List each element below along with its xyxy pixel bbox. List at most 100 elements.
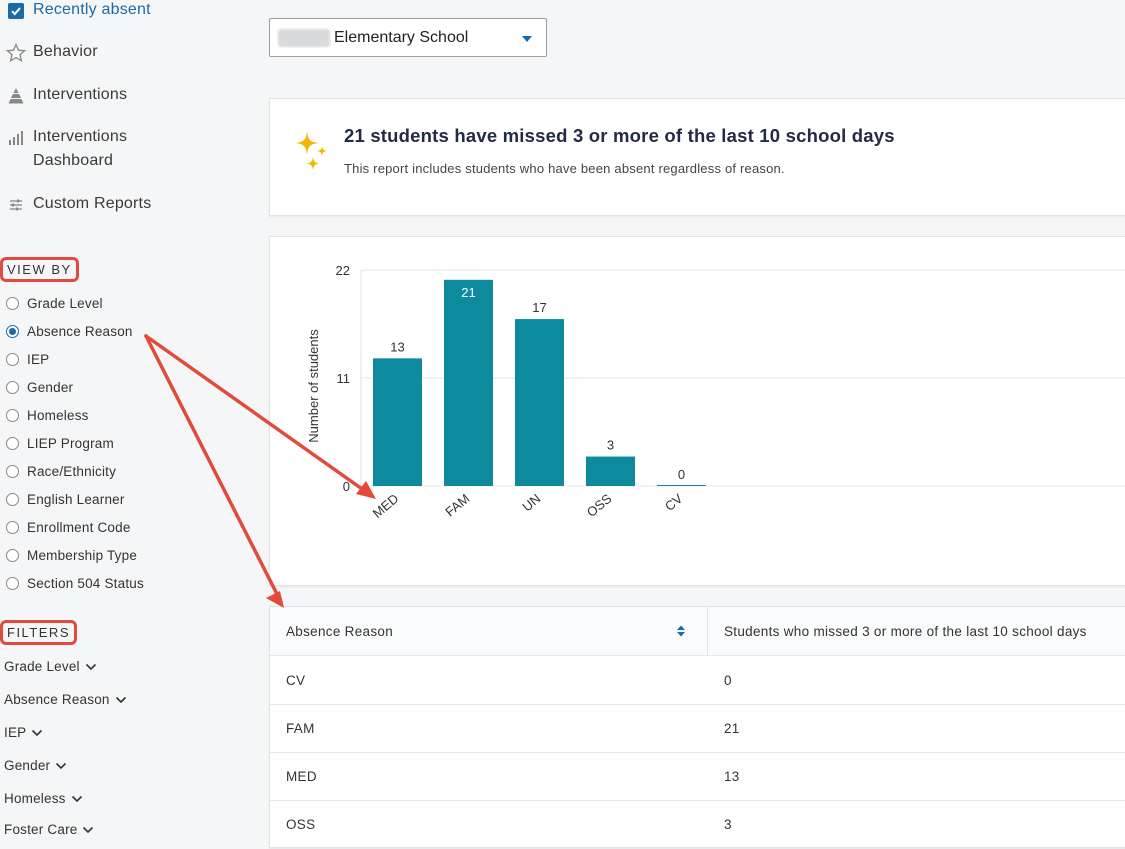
data-label: 17	[532, 300, 546, 315]
chevron-down-icon	[115, 696, 127, 704]
data-label: 13	[390, 339, 404, 354]
table-row: OSS 3	[270, 800, 1125, 849]
cell-count: 3	[724, 816, 732, 832]
radio-label: Membership Type	[27, 548, 138, 563]
sort-icon[interactable]	[676, 625, 686, 640]
caret-down-icon	[522, 36, 532, 42]
y-tick-label: 22	[336, 263, 350, 278]
data-table: Absence Reason Students who missed 3 or …	[269, 606, 1125, 849]
bar	[586, 456, 635, 486]
x-tick-label: CV	[662, 491, 686, 514]
checkbox-checked-icon	[6, 1, 26, 21]
radio-circle[interactable]	[6, 493, 19, 506]
cell-count: 0	[724, 672, 732, 688]
nav-interventions-dashboard[interactable]: Interventions Dashboard	[6, 128, 127, 173]
radio-gender[interactable]: Gender	[6, 380, 73, 395]
radio-label: Section 504 Status	[27, 576, 144, 591]
x-tick-label: FAM	[442, 491, 472, 520]
data-label: 3	[607, 438, 614, 453]
radio-circle[interactable]	[6, 325, 19, 338]
radio-homeless[interactable]: Homeless	[6, 408, 89, 423]
filter-gender[interactable]: Gender	[4, 758, 67, 773]
cell-count: 13	[724, 768, 740, 784]
data-label: 21	[461, 285, 475, 300]
nav-label: Behavior	[33, 43, 98, 60]
radio-membership-type[interactable]: Membership Type	[6, 548, 137, 563]
column-header-students: Students who missed 3 or more of the las…	[724, 623, 1087, 639]
nav-label: Custom Reports	[33, 195, 152, 212]
nav-custom-reports[interactable]: Custom Reports	[6, 195, 151, 215]
radio-circle[interactable]	[6, 465, 19, 478]
radio-label: Absence Reason	[27, 324, 133, 339]
chart-card: 0 11 22 Number of students 13 MED 21 FAM 17 UN 3 OS…	[269, 236, 1125, 586]
filter-label: Gender	[4, 758, 51, 773]
radio-label: Grade Level	[27, 296, 103, 311]
pyramid-icon	[6, 86, 26, 106]
radio-circle[interactable]	[6, 409, 19, 422]
radio-circle[interactable]	[6, 437, 19, 450]
radio-label: IEP	[27, 352, 50, 367]
view-by-heading: VIEW BY	[0, 257, 79, 282]
nav-behavior[interactable]: Behavior	[6, 43, 98, 63]
filter-absence-reason[interactable]: Absence Reason	[4, 692, 127, 707]
y-tick-label: 0	[343, 479, 350, 494]
radio-race-ethnicity[interactable]: Race/Ethnicity	[6, 464, 116, 479]
radio-circle[interactable]	[6, 297, 19, 310]
column-divider	[707, 607, 708, 655]
bar	[444, 279, 493, 486]
radio-section-504-status[interactable]: Section 504 Status	[6, 576, 144, 591]
nav-label: Recently absent	[33, 1, 151, 18]
radio-circle[interactable]	[6, 381, 19, 394]
radio-label: Race/Ethnicity	[27, 464, 117, 479]
radio-circle[interactable]	[6, 353, 19, 366]
bar	[657, 485, 706, 486]
chevron-down-icon	[82, 826, 94, 834]
radio-iep[interactable]: IEP	[6, 352, 49, 367]
filter-label: IEP	[4, 725, 27, 740]
radio-liep-program[interactable]: LIEP Program	[6, 436, 114, 451]
radio-circle[interactable]	[6, 549, 19, 562]
nav-interventions[interactable]: Interventions	[6, 86, 127, 106]
table-row: FAM 21	[270, 704, 1125, 753]
filter-label: Grade Level	[4, 659, 80, 674]
data-label: 0	[678, 467, 685, 482]
radio-enrollment-code[interactable]: Enrollment Code	[6, 520, 131, 535]
cell-reason: MED	[286, 768, 317, 784]
radio-label: English Learner	[27, 492, 125, 507]
radio-grade-level[interactable]: Grade Level	[6, 296, 103, 311]
cell-count: 21	[724, 720, 740, 736]
filter-grade-level[interactable]: Grade Level	[4, 659, 97, 674]
cell-reason: CV	[286, 672, 306, 688]
nav-label-line2: Dashboard	[33, 152, 114, 169]
x-tick-label: MED	[370, 491, 402, 521]
nav-label-line1: Interventions	[33, 128, 128, 145]
sparkle-icon	[294, 129, 330, 178]
column-header-absence-reason[interactable]: Absence Reason	[286, 624, 393, 639]
radio-label: LIEP Program	[27, 436, 114, 451]
school-select[interactable]: Elementary School	[269, 18, 547, 57]
radio-circle[interactable]	[6, 521, 19, 534]
radio-label: Enrollment Code	[27, 520, 131, 535]
summary-card: 21 students have missed 3 or more of the…	[269, 98, 1125, 216]
x-tick-label: UN	[519, 491, 543, 515]
nav-label: Interventions Dashboard	[33, 125, 127, 173]
table-row: MED 13	[270, 752, 1125, 801]
bar-chart-icon	[6, 128, 26, 148]
nav-label: Interventions	[33, 86, 128, 103]
radio-circle[interactable]	[6, 577, 19, 590]
redacted-name	[278, 28, 330, 47]
y-axis-label: Number of students	[306, 329, 321, 443]
filter-homeless[interactable]: Homeless	[4, 791, 83, 806]
filter-label: Absence Reason	[4, 692, 110, 707]
nav-recently-absent[interactable]: Recently absent	[6, 1, 151, 21]
cell-reason: FAM	[286, 720, 315, 736]
radio-english-learner[interactable]: English Learner	[6, 492, 125, 507]
radio-label: Gender	[27, 380, 74, 395]
radio-absence-reason[interactable]: Absence Reason	[6, 324, 133, 339]
filter-iep[interactable]: IEP	[4, 725, 43, 740]
school-select-value: Elementary School	[334, 28, 469, 46]
bar	[373, 358, 422, 486]
chevron-down-icon	[71, 795, 83, 803]
summary-headline: 21 students have missed 3 or more of the…	[344, 125, 895, 146]
filter-label: Homeless	[4, 791, 66, 806]
